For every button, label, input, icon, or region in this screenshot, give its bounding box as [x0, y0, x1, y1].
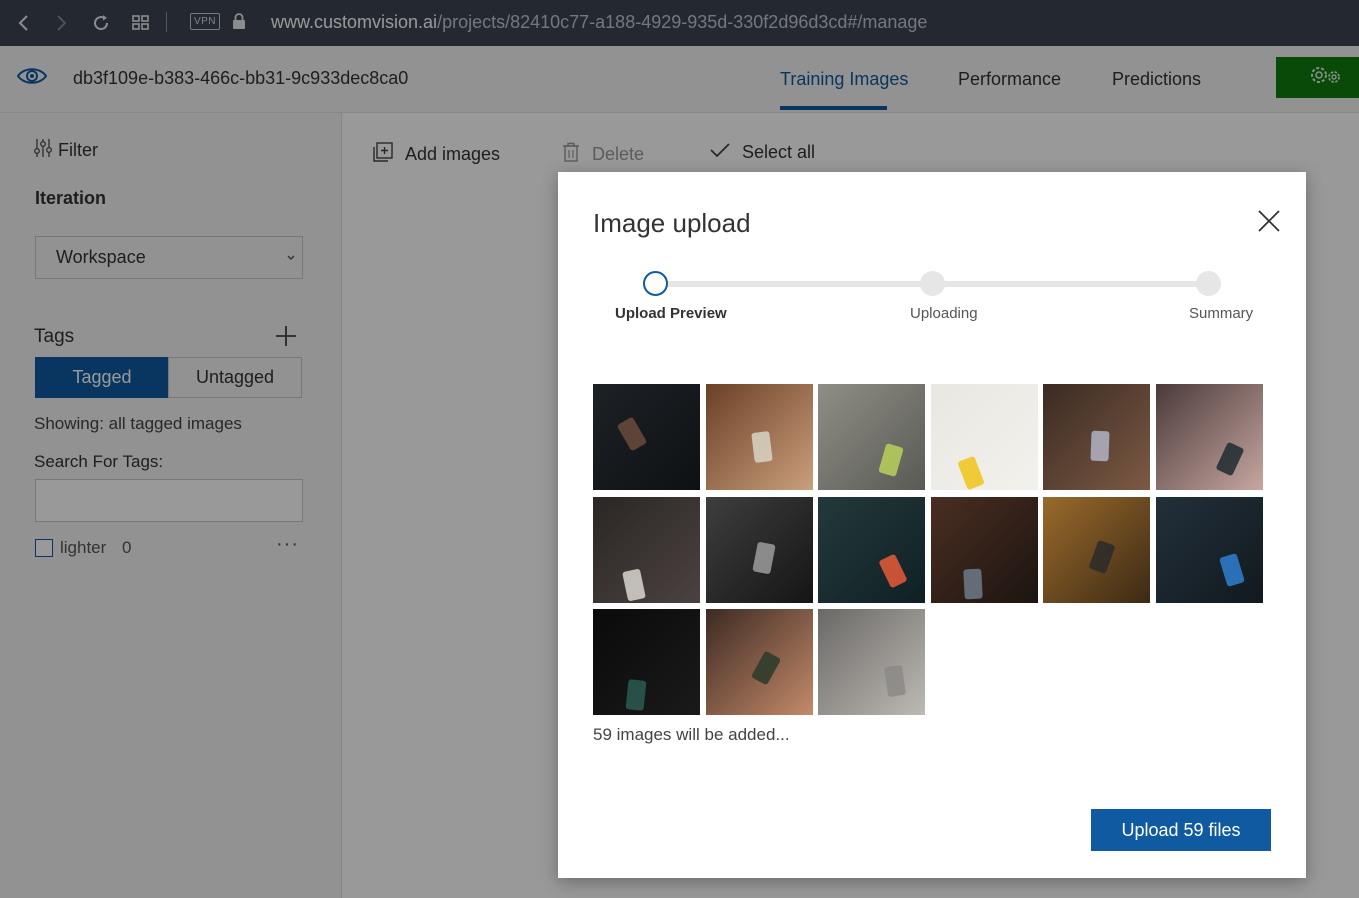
- thumb-hand-lighter: [706, 609, 813, 715]
- step-label-upload-preview: Upload Preview: [615, 305, 727, 322]
- thumb-card-leather: [593, 497, 700, 603]
- thumb-silver-lighter: [818, 609, 925, 715]
- thumb-soil-lighter: [931, 497, 1038, 603]
- step-label-uploading: Uploading: [910, 305, 978, 322]
- thumb-dirt-lighter: [1043, 384, 1150, 490]
- step-dot-summary: [1196, 271, 1221, 296]
- thumb-camping-lighter: [1043, 497, 1150, 603]
- image-upload-dialog: Image upload Upload Preview Uploading Su…: [558, 172, 1306, 878]
- step-dot-uploading: [920, 271, 945, 296]
- dialog-title: Image upload: [593, 208, 751, 238]
- thumb-teal-lighter: [818, 497, 925, 603]
- step-label-summary: Summary: [1189, 305, 1254, 322]
- thumb-flame-zippo: [593, 609, 700, 715]
- thumb-phone-mug: [818, 384, 925, 490]
- thumb-bottle-table: [706, 384, 813, 490]
- thumb-white-mug: [931, 384, 1038, 490]
- images-count-note: 59 images will be added...: [593, 725, 790, 744]
- upload-files-button[interactable]: Upload 59 files: [1091, 809, 1271, 851]
- close-icon[interactable]: [1256, 208, 1282, 234]
- thumb-dark-curtain: [593, 384, 700, 490]
- step-dot-upload-preview: [643, 271, 668, 296]
- thumb-phone-table: [1156, 384, 1263, 490]
- thumb-zippo-bw: [706, 497, 813, 603]
- thumb-woven-blue: [1156, 497, 1263, 603]
